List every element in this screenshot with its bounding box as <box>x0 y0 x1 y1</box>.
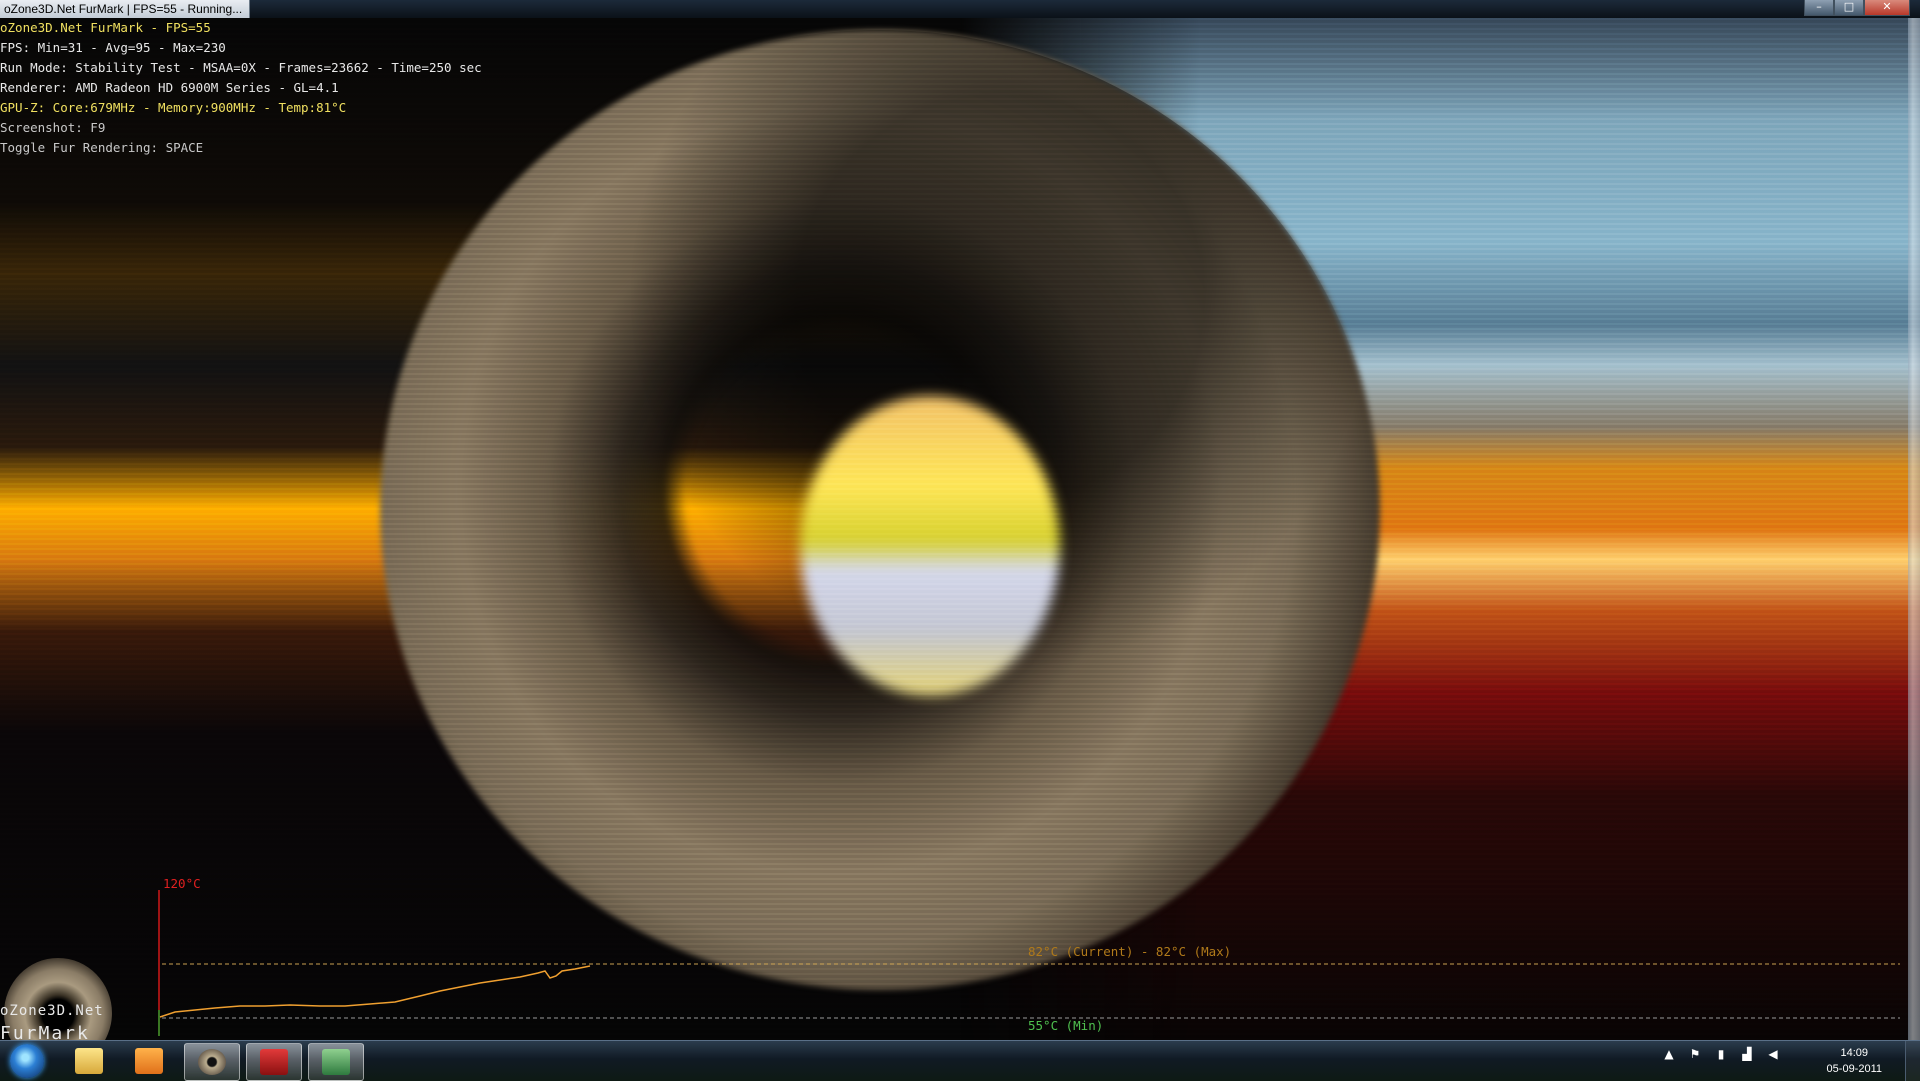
aida64-icon <box>260 1049 288 1075</box>
system-tray: ▲ ⚑ ▮ ▟ ◀ <box>1662 1047 1780 1061</box>
taskbar-media-player[interactable] <box>122 1043 176 1079</box>
hud-toggle-fur: Toggle Fur Rendering: SPACE <box>0 140 204 155</box>
minimize-button[interactable]: – <box>1804 0 1834 16</box>
network-icon[interactable]: ▟ <box>1740 1047 1754 1061</box>
taskbar-aida64[interactable] <box>246 1043 302 1081</box>
min-temp-label: 55°C (Min) <box>1028 1018 1104 1033</box>
volume-icon[interactable]: ◀ <box>1766 1047 1780 1061</box>
temperature-trace <box>159 965 591 1018</box>
folder-icon <box>75 1048 103 1074</box>
max-temp-label: 120°C <box>163 876 201 891</box>
hud-fps: FPS: Min=31 - Avg=95 - Max=230 <box>0 40 226 55</box>
brand-line1: oZone3D.Net <box>0 1003 104 1019</box>
hud-renderer: Renderer: AMD Radeon HD 6900M Series - G… <box>0 80 339 95</box>
close-button[interactable]: ✕ <box>1864 0 1910 16</box>
window-titlebar[interactable]: oZone3D.Net FurMark | FPS=55 - Running..… <box>0 0 1920 18</box>
window-controls: – □ ✕ <box>1804 0 1910 16</box>
flag-icon[interactable]: ⚑ <box>1688 1047 1702 1061</box>
clock[interactable]: 14:09 05-09-2011 <box>1827 1045 1882 1077</box>
taskbar-gpuz[interactable] <box>308 1043 364 1081</box>
taskbar-furmark[interactable] <box>184 1043 240 1081</box>
power-icon[interactable]: ▮ <box>1714 1047 1728 1061</box>
current-temp-label: 82°C (Current) - 82°C (Max) <box>1028 944 1232 959</box>
clock-time: 14:09 <box>1840 1047 1869 1059</box>
window-title: oZone3D.Net FurMark | FPS=55 - Running..… <box>0 0 250 18</box>
show-hidden-icon[interactable]: ▲ <box>1662 1047 1676 1061</box>
temperature-graph-svg <box>158 890 1900 1036</box>
hud-title: oZone3D.Net FurMark - FPS=55 <box>0 20 211 35</box>
taskbar-explorer[interactable] <box>62 1043 116 1079</box>
windows-orb-icon <box>10 1044 44 1078</box>
media-player-icon <box>135 1048 163 1074</box>
gpu-z-icon <box>322 1049 350 1075</box>
brand-logo: oZone3D.Net FurMark <box>0 1003 104 1044</box>
hud-run-mode: Run Mode: Stability Test - MSAA=0X - Fra… <box>0 60 482 75</box>
temperature-graph: 120°C 82°C (Current) - 82°C (Max) 55°C (… <box>0 870 1920 1040</box>
clock-date: 05-09-2011 <box>1826 1063 1882 1075</box>
hud-gpuz: GPU-Z: Core:679MHz - Memory:900MHz - Tem… <box>0 100 347 115</box>
hud-screenshot: Screenshot: F9 <box>0 120 106 135</box>
furmark-icon <box>198 1049 226 1075</box>
taskbar: ▲ ⚑ ▮ ▟ ◀ 14:09 05-09-2011 <box>0 1040 1920 1081</box>
start-button[interactable] <box>5 1043 49 1079</box>
maximize-button[interactable]: □ <box>1834 0 1864 16</box>
show-desktop-button[interactable] <box>1905 1041 1920 1081</box>
stats-overlay: oZone3D.Net FurMark - FPS=55 FPS: Min=31… <box>0 18 482 158</box>
